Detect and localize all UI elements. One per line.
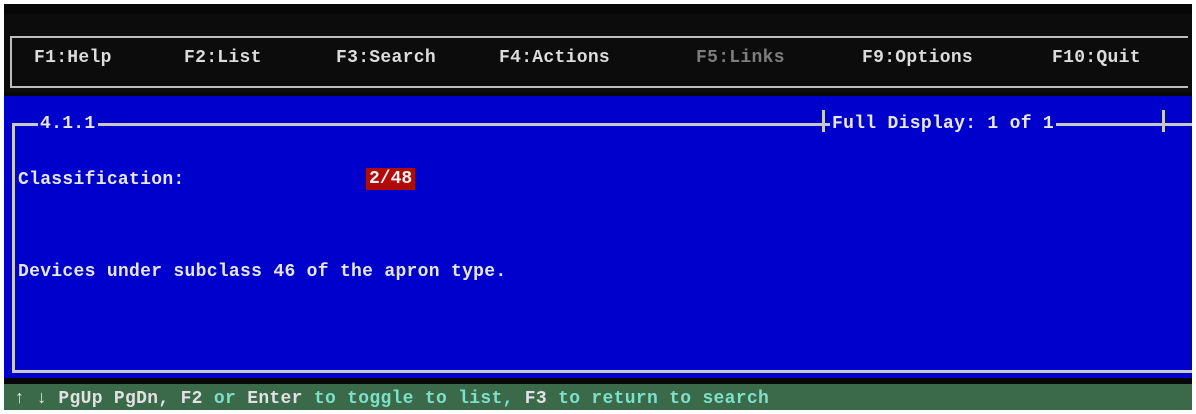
menu-item-actions[interactable]: F4:Actions <box>499 48 610 68</box>
panel-frame-bottom <box>12 370 1192 373</box>
terminal-screen: F1:Help F2:List F3:Search F4:Actions F5:… <box>4 4 1192 410</box>
hint-page-keys: PgUp PgDn, <box>58 389 170 409</box>
hint-enter-key: Enter <box>247 389 303 409</box>
menu-item-list[interactable]: F2:List <box>184 48 262 68</box>
record-description: Devices under subclass 46 of the apron t… <box>18 262 507 282</box>
section-number: 4.1.1 <box>38 114 98 134</box>
menu-item-quit[interactable]: F10:Quit <box>1052 48 1141 68</box>
hint-or: or <box>213 389 237 409</box>
hint-f3-key: F3 <box>524 389 548 409</box>
display-status: Full Display: 1 of 1 <box>830 114 1057 134</box>
classification-label: Classification: <box>18 170 185 190</box>
menu-item-options[interactable]: F9:Options <box>862 48 973 68</box>
hint-return-search: to return to search <box>558 389 770 409</box>
menu-item-search[interactable]: F3:Search <box>336 48 436 68</box>
menu-item-links: F5:Links <box>696 48 785 68</box>
panel-frame-left <box>12 123 15 373</box>
hint-f2-key: F2 <box>180 389 203 409</box>
classification-value: 2/48 <box>366 168 416 190</box>
status-hint-bar: ↑ ↓ PgUp PgDn, F2 or Enter to toggle to … <box>4 384 1192 410</box>
menu-item-help[interactable]: F1:Help <box>34 48 112 68</box>
status-box-left-edge <box>822 110 825 132</box>
record-panel <box>4 96 1192 378</box>
status-box-right-edge <box>1162 110 1165 132</box>
arrow-keys-icon: ↑ ↓ <box>14 389 48 409</box>
hint-toggle-list: to toggle to list, <box>313 389 514 409</box>
